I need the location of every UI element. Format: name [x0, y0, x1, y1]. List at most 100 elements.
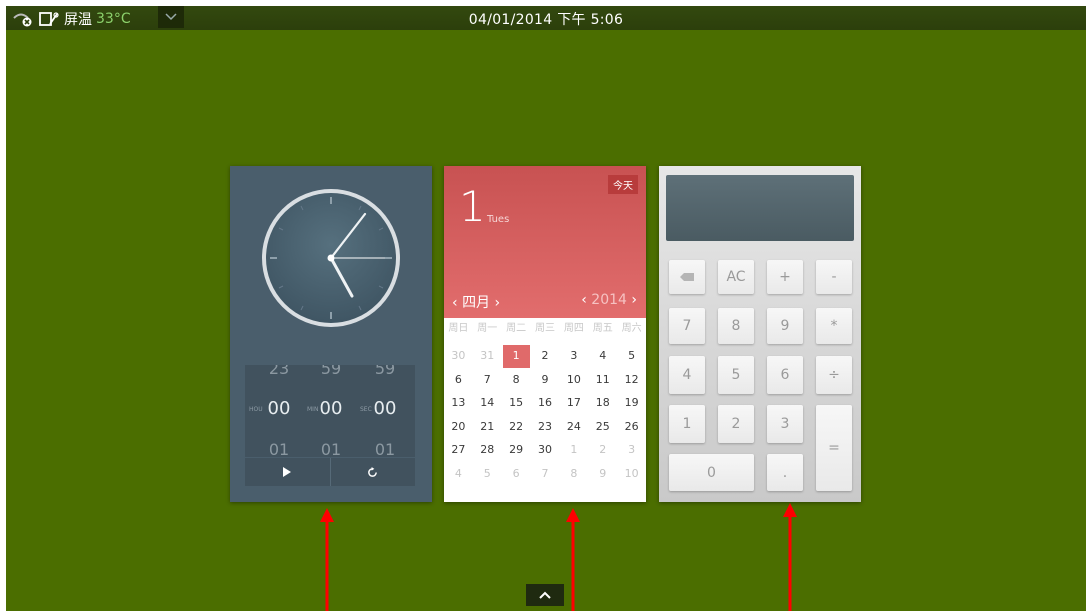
- calendar-day-label: 16: [538, 396, 552, 409]
- calc-key-divide[interactable]: ÷: [816, 356, 852, 394]
- calendar-day-cell[interactable]: 17: [559, 391, 588, 415]
- countdown-timer[interactable]: 23 59 59 HOU 00 MIN 00 SEC 00 01 01 01: [245, 365, 415, 457]
- app-drawer-handle[interactable]: [526, 584, 564, 606]
- timer-hours-next: 01: [268, 440, 290, 457]
- calc-key-7[interactable]: 7: [669, 308, 705, 344]
- calendar-week-row: 20 21 22 23 24 25 26: [444, 415, 646, 439]
- timer-minutes[interactable]: 00: [311, 398, 351, 419]
- timer-hours[interactable]: 00: [259, 398, 299, 419]
- calendar-day-cell[interactable]: 1: [559, 438, 588, 462]
- calendar-day-label: 5: [628, 349, 636, 362]
- clock-widget[interactable]: 23 59 59 HOU 00 MIN 00 SEC 00 01 01 01: [230, 166, 432, 502]
- calendar-day-cell[interactable]: 5: [617, 344, 646, 368]
- calendar-day-cell[interactable]: 3: [617, 438, 646, 462]
- calendar-day-label: 8: [512, 372, 520, 386]
- timer-row-current: HOU 00 MIN 00 SEC 00: [245, 398, 415, 426]
- calendar-day-cell[interactable]: 19: [617, 391, 646, 415]
- year-label: 2014: [591, 292, 627, 308]
- calendar-day-cell[interactable]: 9: [588, 462, 617, 486]
- calc-key-equals[interactable]: =: [816, 405, 852, 491]
- calendar-day-cell[interactable]: 28: [473, 438, 502, 462]
- calendar-day-name: Tues: [487, 214, 510, 225]
- calendar-day-label: 1: [512, 349, 520, 362]
- calendar-day-cell[interactable]: 11: [588, 368, 617, 392]
- calendar-day-cell[interactable]: 20: [444, 415, 473, 439]
- calendar-day-cell[interactable]: 23: [531, 415, 560, 439]
- calendar-day-cell[interactable]: 3: [559, 344, 588, 368]
- calendar-day-cell[interactable]: 4: [444, 462, 473, 486]
- calendar-day-cell[interactable]: 2: [588, 438, 617, 462]
- calendar-day-cell[interactable]: 24: [559, 415, 588, 439]
- calendar-widget[interactable]: 今天 1 Tues ‹ 四月 › ‹ 2014 › 周日 周一 周二 周三 周四 周五 周六…: [444, 166, 646, 502]
- weekday-label: 周六: [621, 323, 642, 334]
- timer-minutes-prev: 59: [320, 365, 342, 378]
- calc-key-9[interactable]: 9: [767, 308, 803, 344]
- calendar-day-cell[interactable]: 16: [531, 391, 560, 415]
- weekday-label: 周一: [477, 323, 498, 334]
- calc-key-2[interactable]: 2: [718, 405, 754, 443]
- calendar-day-cell[interactable]: 21: [473, 415, 502, 439]
- calendar-day-label: 18: [595, 396, 610, 409]
- calendar-day-cell[interactable]: 1: [502, 344, 531, 368]
- calendar-day-cell[interactable]: 8: [502, 368, 531, 392]
- calendar-day-cell[interactable]: 12: [617, 368, 646, 392]
- calendar-day-label: 13: [451, 396, 466, 409]
- calendar-day-label: 30: [538, 443, 552, 456]
- calendar-day-cell[interactable]: 14: [473, 391, 502, 415]
- calc-key-multiply[interactable]: *: [816, 308, 852, 344]
- calendar-grid: 30 31 1 2 3 4 5 6 7 8 9 10 11 12 13 14 15 16 17 18 19 20 21 22 2…: [444, 344, 646, 485]
- calc-key-4[interactable]: 4: [669, 356, 705, 394]
- calendar-day-cell[interactable]: 7: [531, 462, 560, 486]
- calc-key-6[interactable]: 6: [767, 356, 803, 394]
- calendar-day-cell[interactable]: 10: [617, 462, 646, 486]
- timer-start-button[interactable]: [245, 458, 331, 486]
- calc-key-backspace[interactable]: [669, 260, 705, 294]
- calendar-day-cell[interactable]: 9: [531, 368, 560, 392]
- calendar-day-cell[interactable]: 10: [559, 368, 588, 392]
- calendar-day-label: 6: [512, 466, 520, 480]
- calendar-day-cell[interactable]: 7: [473, 368, 502, 392]
- calc-key-ac[interactable]: AC: [718, 260, 754, 294]
- prev-year-button[interactable]: ‹: [581, 292, 587, 308]
- calendar-day-cell[interactable]: 15: [502, 391, 531, 415]
- calendar-day-cell[interactable]: 29: [502, 438, 531, 462]
- calendar-day-cell[interactable]: 18: [588, 391, 617, 415]
- calendar-day-cell[interactable]: 2: [531, 344, 560, 368]
- calc-key-0[interactable]: 0: [669, 454, 754, 491]
- annotation-arrow-calendar: [566, 508, 580, 611]
- timer-reset-button[interactable]: [331, 458, 416, 486]
- calendar-day-cell[interactable]: 31: [473, 344, 502, 368]
- calculator-widget[interactable]: AC + - 7 8 9 * 4 5 6 ÷ 1 2 3 = 0 .: [659, 166, 861, 502]
- calendar-day-label: 23: [538, 419, 552, 433]
- calc-key-plus[interactable]: +: [767, 260, 803, 294]
- calendar-day-label: 30: [451, 349, 466, 362]
- calendar-day-cell[interactable]: 26: [617, 415, 646, 439]
- calc-key-3[interactable]: 3: [767, 405, 803, 443]
- calc-key-decimal[interactable]: .: [767, 454, 803, 491]
- calendar-day-label: 11: [595, 372, 610, 386]
- calendar-day-cell[interactable]: 25: [588, 415, 617, 439]
- timer-seconds[interactable]: 00: [365, 398, 405, 419]
- calc-key-1[interactable]: 1: [669, 405, 705, 443]
- calendar-day-cell[interactable]: 8: [559, 462, 588, 486]
- calc-key-minus[interactable]: -: [816, 260, 852, 294]
- calendar-day-label: 10: [624, 466, 639, 480]
- calc-key-5[interactable]: 5: [718, 356, 754, 394]
- weekday-label: 周二: [506, 323, 527, 334]
- calendar-day-cell[interactable]: 5: [473, 462, 502, 486]
- prev-month-button[interactable]: ‹: [452, 295, 458, 311]
- calendar-day-cell[interactable]: 27: [444, 438, 473, 462]
- calendar-day-cell[interactable]: 6: [502, 462, 531, 486]
- timer-controls: [245, 458, 415, 486]
- calendar-day-label: 31: [480, 349, 495, 362]
- next-year-button[interactable]: ›: [631, 292, 637, 308]
- today-button[interactable]: 今天: [608, 175, 638, 194]
- next-month-button[interactable]: ›: [495, 295, 501, 311]
- calendar-day-cell[interactable]: 30: [444, 344, 473, 368]
- calendar-day-cell[interactable]: 13: [444, 391, 473, 415]
- calendar-day-cell[interactable]: 30: [531, 438, 560, 462]
- calendar-day-cell[interactable]: 22: [502, 415, 531, 439]
- calendar-day-cell[interactable]: 4: [588, 344, 617, 368]
- calc-key-8[interactable]: 8: [718, 308, 754, 344]
- calendar-day-cell[interactable]: 6: [444, 368, 473, 392]
